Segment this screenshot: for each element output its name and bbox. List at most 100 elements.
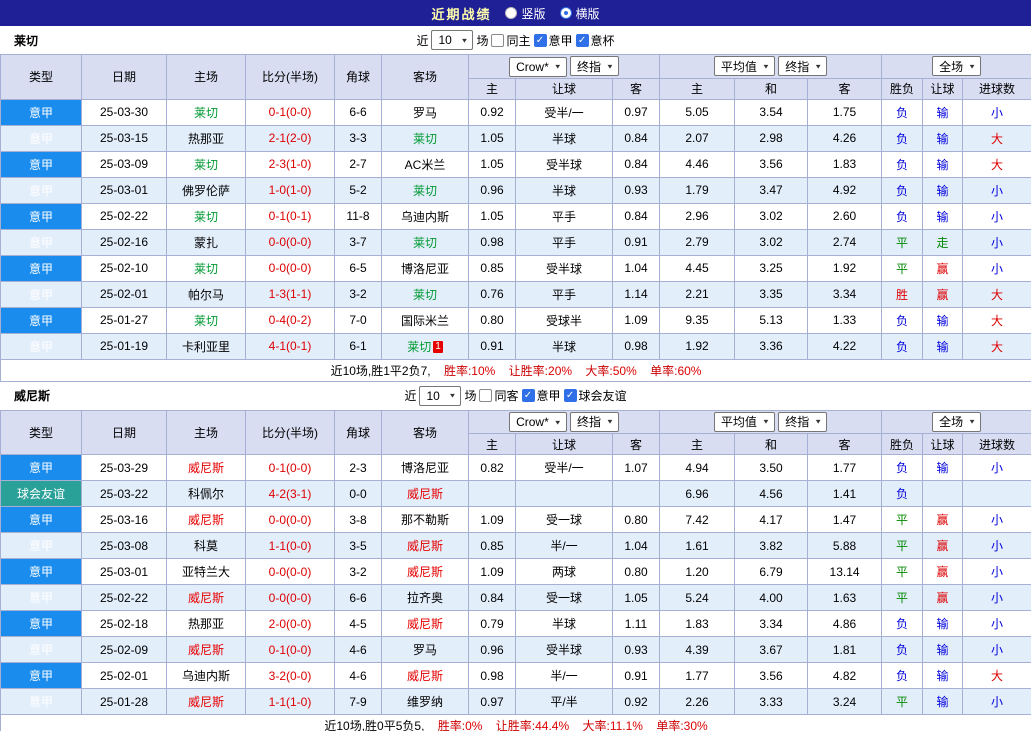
handicap-cell: 受半球 <box>516 255 613 281</box>
date-cell: 25-01-19 <box>82 333 167 359</box>
goals-cell: 大 <box>963 307 1031 333</box>
record-summary-lecce: 近10场,胜1平2负7, 胜率:10% 让胜率:20% 大率:50% 单率:60… <box>1 359 1031 381</box>
home-team-cell: 莱切 <box>167 307 246 333</box>
date-cell: 25-03-16 <box>82 507 167 533</box>
score-cell: 1-1(0-0) <box>246 533 335 559</box>
filters-lecce: 近 10 ▼ 场 同主 ✓ 意甲 ✓ 意杯 <box>0 26 1031 54</box>
asian-away-odds-cell: 0.91 <box>613 663 660 689</box>
euro-odds-type-select[interactable]: 终指▼ <box>778 56 827 76</box>
checkbox-icon[interactable] <box>479 389 492 402</box>
handicap-cell: 受半/一 <box>516 99 613 125</box>
result-cell: 平 <box>882 507 923 533</box>
scope-select[interactable]: 全场▼ <box>932 56 981 76</box>
col-euro-away: 客 <box>808 78 882 99</box>
euro-odds-type-select[interactable]: 终指▼ <box>778 412 827 432</box>
goals-cell: 小 <box>963 585 1031 611</box>
away-team-cell: 国际米兰 <box>382 307 469 333</box>
date-cell: 25-03-01 <box>82 559 167 585</box>
match-row: 意甲25-03-30莱切0-1(0-0)6-6罗马0.92受半/一0.975.0… <box>1 99 1031 125</box>
league-type-cell: 意甲 <box>1 585 82 611</box>
home-team-cell: 威尼斯 <box>167 689 246 715</box>
horizontal-radio-icon[interactable] <box>560 7 572 19</box>
col-date: 日期 <box>82 410 167 455</box>
same-home-checkbox[interactable]: 同主 <box>491 32 530 49</box>
away-team-cell: 维罗纳 <box>382 689 469 715</box>
result-cell: 负 <box>882 125 923 151</box>
score-cell: 1-1(1-0) <box>246 689 335 715</box>
euro-draw-odds-cell: 5.13 <box>735 307 808 333</box>
coppa-italia-checkbox[interactable]: ✓ 意杯 <box>576 32 615 49</box>
col-league: 类型 <box>1 410 82 455</box>
scope-value: 全场 <box>939 413 963 430</box>
euro-away-odds-cell: 2.74 <box>808 229 882 255</box>
euro-odds-type-value: 终指 <box>785 58 809 75</box>
home-team-cell: 莱切 <box>167 203 246 229</box>
league-type-cell: 意甲 <box>1 689 82 715</box>
vertical-radio-icon[interactable] <box>505 7 517 19</box>
result-cell: 平 <box>882 689 923 715</box>
handicap-result-cell: 输 <box>923 151 963 177</box>
away-team-cell: 拉齐奥 <box>382 585 469 611</box>
handicap-result-cell: 输 <box>923 125 963 151</box>
col-asian-home: 主 <box>469 434 516 455</box>
asian-odds-type-select[interactable]: 终指▼ <box>570 412 619 432</box>
result-cell: 负 <box>882 611 923 637</box>
match-row: 意甲25-02-01帕尔马1-3(1-1)3-2莱切0.76平手1.142.21… <box>1 281 1031 307</box>
col-corners: 角球 <box>335 410 382 455</box>
result-cell: 平 <box>882 559 923 585</box>
handicap-result-cell: 输 <box>923 637 963 663</box>
checkbox-icon[interactable]: ✓ <box>564 389 577 402</box>
asian-away-odds-cell: 1.09 <box>613 307 660 333</box>
handicap-cell: 受半球 <box>516 637 613 663</box>
asian-home-odds-cell: 0.96 <box>469 637 516 663</box>
away-team-name: 威尼斯 <box>407 669 443 683</box>
match-row: 意甲25-02-22威尼斯0-0(0-0)6-6拉齐奥0.84受一球1.055.… <box>1 585 1031 611</box>
euro-away-odds-cell: 1.41 <box>808 481 882 507</box>
win-rate: 胜率:0% <box>438 719 483 731</box>
vertical-radio-label: 竖版 <box>521 5 545 22</box>
result-cell: 负 <box>882 663 923 689</box>
euro-home-odds-cell: 2.26 <box>660 689 735 715</box>
scope-select[interactable]: 全场▼ <box>932 412 981 432</box>
serie-a-label: 意甲 <box>537 387 561 404</box>
match-row: 意甲25-03-01亚特兰大0-0(0-0)3-2威尼斯1.09两球0.801.… <box>1 559 1031 585</box>
euro-draw-odds-cell: 4.56 <box>735 481 808 507</box>
euro-average-select[interactable]: 平均值▼ <box>714 56 775 76</box>
scope-value: 全场 <box>939 58 963 75</box>
euro-away-odds-cell: 3.24 <box>808 689 882 715</box>
bookmaker-select[interactable]: Crow*▼ <box>509 412 567 432</box>
away-team-cell: 那不勒斯 <box>382 507 469 533</box>
asian-odds-type-select[interactable]: 终指▼ <box>570 56 619 76</box>
layout-horizontal-radio[interactable]: 横版 <box>560 5 600 22</box>
serie-a-checkbox[interactable]: ✓ 意甲 <box>522 387 561 404</box>
checkbox-icon[interactable]: ✓ <box>522 389 535 402</box>
near-label: 近 <box>404 387 416 404</box>
asian-home-odds-cell: 0.98 <box>469 663 516 689</box>
checkbox-icon[interactable]: ✓ <box>534 34 547 47</box>
handicap-result-cell: 输 <box>923 663 963 689</box>
home-team-cell: 威尼斯 <box>167 637 246 663</box>
euro-average-select[interactable]: 平均值▼ <box>714 412 775 432</box>
euro-draw-odds-cell: 3.82 <box>735 533 808 559</box>
checkbox-icon[interactable] <box>491 34 504 47</box>
handicap-cell: 平手 <box>516 281 613 307</box>
match-row: 意甲25-03-29威尼斯0-1(0-0)2-3博洛尼亚0.82受半/一1.07… <box>1 455 1031 481</box>
col-euro-draw: 和 <box>735 78 808 99</box>
euro-draw-odds-cell: 3.25 <box>735 255 808 281</box>
record-summary-venezia: 近10场,胜0平5负5, 胜率:0% 让胜率:44.4% 大率:11.1% 单率… <box>1 715 1031 731</box>
checkbox-icon[interactable]: ✓ <box>576 34 589 47</box>
match-count-select[interactable]: 10 ▼ <box>419 386 461 406</box>
euro-away-odds-cell: 3.34 <box>808 281 882 307</box>
bookmaker-select[interactable]: Crow*▼ <box>509 57 567 77</box>
goals-cell: 小 <box>963 689 1031 715</box>
same-away-checkbox[interactable]: 同客 <box>479 387 518 404</box>
serie-a-checkbox[interactable]: ✓ 意甲 <box>534 32 573 49</box>
layout-vertical-radio[interactable]: 竖版 <box>505 5 545 22</box>
away-team-name: 乌迪内斯 <box>401 210 449 224</box>
handicap-cell: 受一球 <box>516 507 613 533</box>
date-cell: 25-01-28 <box>82 689 167 715</box>
match-count-select[interactable]: 10 ▼ <box>431 30 473 50</box>
club-friendly-checkbox[interactable]: ✓ 球会友谊 <box>564 387 627 404</box>
euro-away-odds-cell: 1.47 <box>808 507 882 533</box>
handicap-result-cell: 赢 <box>923 507 963 533</box>
